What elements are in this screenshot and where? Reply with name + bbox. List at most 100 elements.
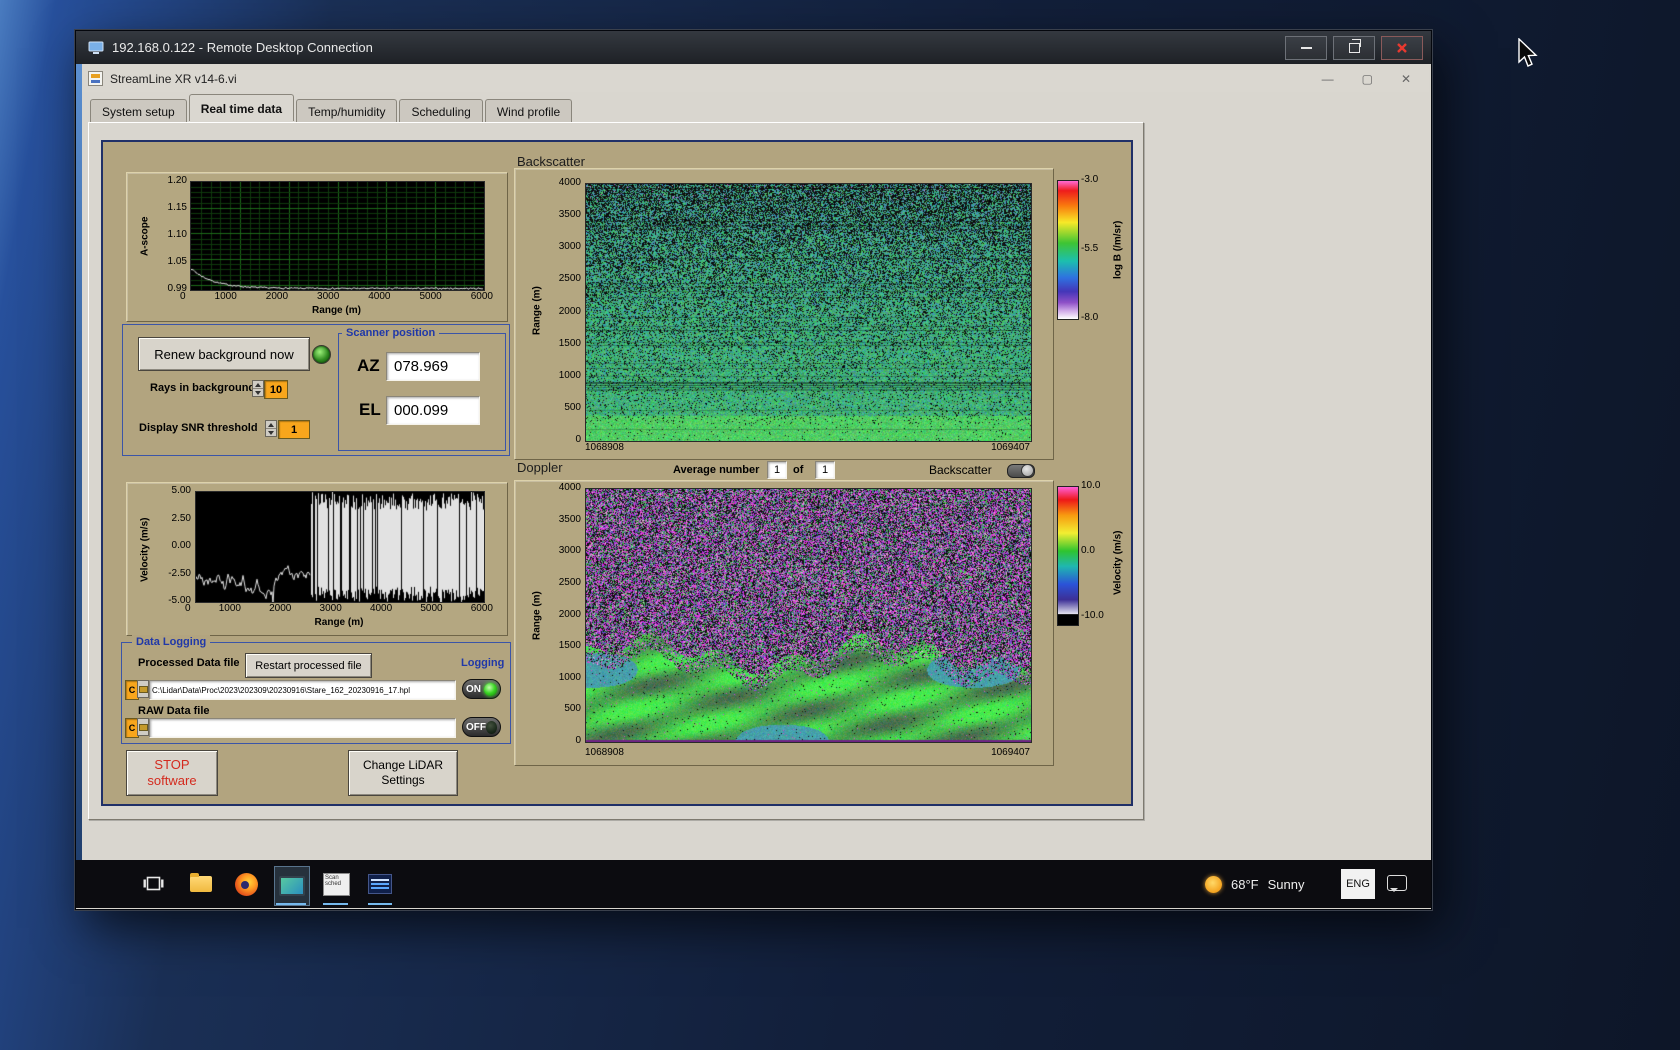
rdp-icon (88, 41, 104, 55)
doppler-x-labels: 1068908 1069407 (585, 748, 1030, 758)
change-lidar-settings-button[interactable]: Change LiDAR Settings (348, 750, 458, 796)
backscatter-y-axis-label: Range (m) (531, 251, 543, 371)
tab-wind-profile[interactable]: Wind profile (485, 99, 572, 123)
display-switch-label: Backscatter (929, 463, 992, 477)
desktop: 192.168.0.122 - Remote Desktop Connectio… (0, 0, 1680, 1050)
running-indicator (276, 903, 306, 905)
velocity-y-axis-label: Velocity (m/s) (139, 505, 151, 595)
tab-system-setup[interactable]: System setup (90, 99, 187, 123)
tab-real-time-data[interactable]: Real time data (189, 94, 294, 121)
ascope-y-ticks: 1.201.151.101.050.99 (155, 176, 187, 294)
running-indicator (323, 903, 348, 905)
backscatter-heatmap (585, 183, 1032, 442)
az-value: 078.969 (386, 352, 480, 381)
tab-scheduling[interactable]: Scheduling (399, 99, 482, 123)
notification-center-button[interactable] (1387, 875, 1407, 891)
snr-spinner[interactable] (265, 420, 277, 437)
el-label: EL (359, 400, 381, 420)
ascope-x-axis-label: Range (m) (190, 305, 483, 316)
doppler-colorbar-label: Velocity (m/s) (1111, 488, 1125, 638)
renew-background-button[interactable]: Renew background now (138, 337, 310, 371)
task-view-icon (143, 873, 164, 894)
backscatter-title: Backscatter (517, 154, 585, 169)
minimize-icon (1301, 47, 1312, 49)
restore-icon (1349, 43, 1360, 53)
labview-vi-icon (88, 71, 103, 86)
real-time-data-page: A-scope 1.201.151.101.050.99 01000200030… (88, 122, 1144, 820)
renew-background-led (312, 345, 331, 364)
doppler-x-end: 1069407 (991, 748, 1030, 758)
el-value: 000.099 (386, 396, 480, 425)
processed-path-field[interactable]: C:\Lidar\Data\Proc\2023\202309\20230916\… (149, 680, 456, 700)
weather-tray-item[interactable]: 68°F Sunny (1205, 869, 1304, 899)
data-logging-title: Data Logging (132, 635, 210, 649)
scanner-position-group: Scanner position AZ 078.969 EL 000.099 (338, 333, 506, 451)
ascope-y-axis-label: A-scope (139, 201, 151, 271)
restart-processed-file-button[interactable]: Restart processed file (245, 653, 372, 678)
snr-threshold-label: Display SNR threshold (139, 422, 258, 434)
browse-folder-icon (139, 686, 148, 693)
average-number-label: Average number (673, 464, 759, 476)
logging-on-led (484, 683, 497, 696)
doppler-title: Doppler (517, 460, 563, 475)
sun-icon (1205, 876, 1222, 893)
task-view-button[interactable] (143, 873, 164, 899)
app-close-button[interactable]: ✕ (1401, 73, 1411, 85)
ascope-plot (190, 181, 485, 291)
firefox-icon (235, 873, 258, 896)
average-total-box[interactable]: 1 (815, 461, 835, 479)
backscatter-colorbar-label: log B (/m/sr) (1111, 180, 1125, 320)
velocity-x-ticks: 0100020003000400050006000 (185, 604, 493, 614)
rdp-restore-button[interactable] (1333, 36, 1375, 60)
rdp-titlebar[interactable]: 192.168.0.122 - Remote Desktop Connectio… (76, 31, 1431, 64)
processed-browse-button[interactable] (137, 680, 149, 698)
file-explorer-button[interactable] (190, 876, 212, 892)
doppler-y-axis-label: Range (m) (531, 556, 543, 676)
scanner-position-title: Scanner position (342, 326, 439, 340)
doppler-y-ticks: 40003500300025002000150010005000 (549, 483, 581, 746)
backscatter-x-end: 1069407 (991, 443, 1030, 453)
notification-icon (1387, 875, 1407, 891)
scan-scheduler-button[interactable]: Scansched (323, 873, 350, 896)
backscatter-x-labels: 1068908 1069407 (585, 443, 1030, 453)
rdp-minimize-button[interactable] (1285, 36, 1327, 60)
firefox-button[interactable] (235, 873, 258, 896)
doppler-colorbar-ticks: 10.00.0-10.0 (1081, 481, 1115, 621)
average-number-box[interactable]: 1 (767, 461, 787, 479)
velocity-plot (195, 491, 485, 603)
app-titlebar[interactable]: StreamLine XR v14-6.vi — ▢ ✕ (82, 65, 1429, 92)
ascope-plot-frame: A-scope 1.201.151.101.050.99 01000200030… (126, 172, 508, 322)
rays-spinner[interactable] (252, 380, 264, 397)
app-restore-button[interactable]: ▢ (1362, 73, 1373, 85)
stop-software-button[interactable]: STOP software (126, 750, 218, 796)
doppler-colorbar (1057, 486, 1079, 616)
remote-desktop: StreamLine XR v14-6.vi — ▢ ✕ System setu… (76, 64, 1431, 908)
app-minimize-button[interactable]: — (1322, 73, 1334, 85)
processed-logging-toggle[interactable]: ON (462, 679, 501, 699)
raw-browse-button[interactable] (137, 718, 149, 736)
language-indicator[interactable]: ENG (1341, 869, 1375, 899)
schedule-list-button[interactable] (368, 874, 392, 894)
backscatter-colorbar-ticks: -3.0-5.5-8.0 (1081, 175, 1111, 323)
rays-in-background-label: Rays in background (150, 382, 255, 394)
rdp-title: 192.168.0.122 - Remote Desktop Connectio… (112, 40, 373, 55)
snr-value-box[interactable]: 1 (278, 420, 310, 439)
tab-temp-humidity[interactable]: Temp/humidity (296, 99, 397, 123)
display-switch-toggle[interactable] (1007, 464, 1035, 478)
backscatter-x-start: 1068908 (585, 443, 624, 453)
remote-taskbar: Scansched 68°F Sunny ENG (76, 860, 1431, 908)
doppler-heatmap (585, 488, 1032, 743)
streamline-app-button[interactable] (274, 866, 310, 906)
rdp-close-button[interactable] (1381, 36, 1423, 60)
rays-value-box[interactable]: 10 (264, 380, 288, 399)
desktop-wallpaper-edge (76, 64, 82, 860)
velocity-plot-frame: Velocity (m/s) 5.002.500.00-2.50-5.00 01… (126, 482, 508, 636)
logging-label: Logging (461, 657, 504, 669)
running-indicator (368, 903, 392, 905)
velocity-y-ticks: 5.002.500.00-2.50-5.00 (157, 486, 191, 606)
raw-logging-toggle[interactable]: OFF (462, 717, 501, 737)
velocity-x-axis-label: Range (m) (195, 617, 483, 628)
processed-data-file-label: Processed Data file (138, 657, 240, 669)
raw-path-field[interactable] (149, 718, 456, 738)
background-controls-group: Renew background now Rays in background … (122, 324, 510, 456)
